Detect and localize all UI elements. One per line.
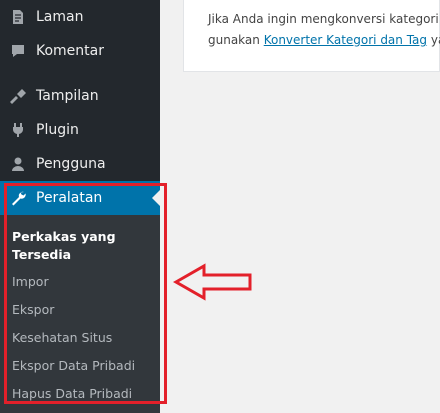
sidebar-item-plugin[interactable]: Plugin: [0, 113, 160, 147]
comments-icon: [9, 42, 27, 60]
sidebar-item-label: Pengguna: [36, 156, 106, 172]
annotation-highlight-box: [4, 183, 167, 404]
sidebar-item-laman[interactable]: Laman: [0, 0, 160, 34]
category-tag-converter-link[interactable]: Konverter Kategori dan Tag: [264, 33, 427, 47]
card-text-line-2: gunakan Konverter Kategori dan Tag yar: [208, 30, 440, 51]
sidebar-item-label: Plugin: [36, 122, 79, 138]
card-text-line-1: Jika Anda ingin mengkonversi kategori A: [208, 12, 440, 26]
card-text-suffix: yar: [430, 33, 440, 47]
card-description: Jika Anda ingin mengkonversi kategori A …: [208, 9, 440, 51]
category-converter-card: Jika Anda ingin mengkonversi kategori A …: [183, 0, 440, 72]
appearance-icon: [9, 87, 27, 105]
sidebar-item-pengguna[interactable]: Pengguna: [0, 147, 160, 181]
sidebar-item-label: Tampilan: [36, 88, 99, 104]
card-text-prefix: gunakan: [208, 33, 264, 47]
annotation-arrow-icon: [172, 263, 252, 301]
sidebar-item-label: Laman: [36, 9, 84, 25]
users-icon: [9, 155, 27, 173]
sidebar-item-komentar[interactable]: Komentar: [0, 34, 160, 68]
pages-icon: [9, 8, 27, 26]
sidebar-item-label: Komentar: [36, 43, 104, 59]
plugins-icon: [9, 121, 27, 139]
sidebar-item-tampilan[interactable]: Tampilan: [0, 79, 160, 113]
